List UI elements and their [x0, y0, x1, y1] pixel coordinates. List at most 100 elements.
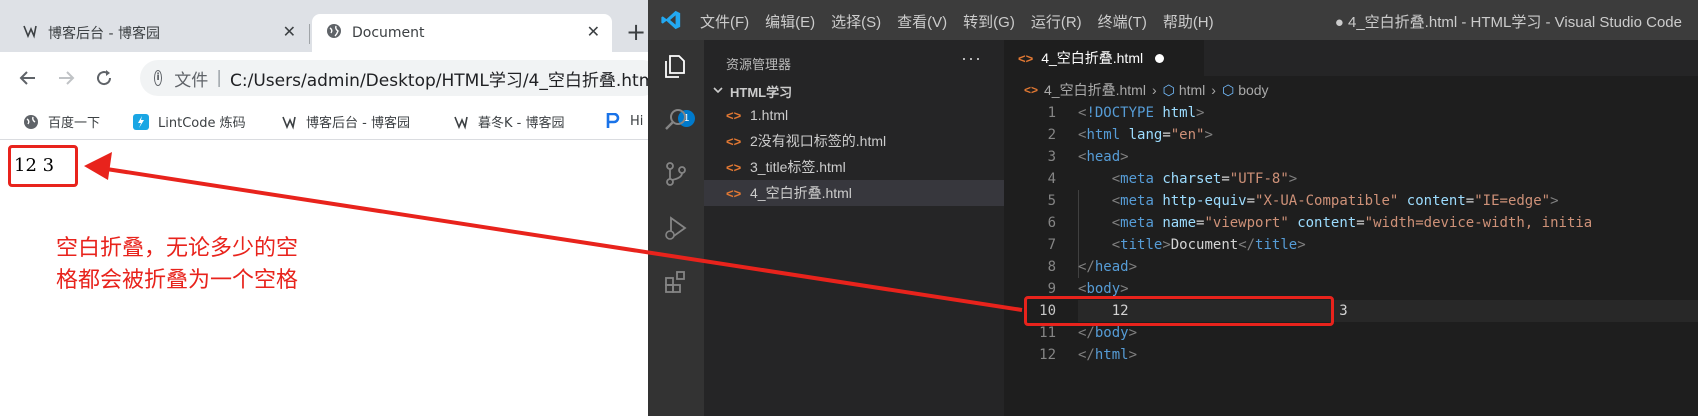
code-token: >: [1288, 171, 1298, 187]
breadcrumb-html[interactable]: html: [1179, 82, 1205, 98]
code-token: "X-UA-Compatible": [1255, 193, 1399, 209]
browser-window: 博客后台 - 博客园 ✕ Document ✕ + i 文件 | C:/User…: [0, 0, 648, 416]
line-number: 7: [1047, 237, 1056, 253]
chevron-right-icon: ›: [1151, 82, 1157, 98]
file-item-4-html[interactable]: <> 4_空白折叠.html: [704, 180, 1004, 206]
cnblogs-icon: [22, 23, 38, 43]
reload-button[interactable]: [92, 66, 116, 90]
code-token: meta: [1120, 171, 1154, 187]
code-editor[interactable]: <!DOCTYPE html> <html lang="en"> <head> <m…: [1078, 102, 1698, 366]
code-token: charset: [1162, 171, 1222, 187]
globe-icon: [22, 113, 40, 131]
highlight-box-rendered: [8, 145, 78, 187]
editor-tab-4[interactable]: <> 4_空白折叠.html: [1004, 40, 1204, 76]
bookmark-label: 暮冬K - 博客园: [478, 116, 565, 131]
menu-file[interactable]: 文件(F): [700, 11, 749, 32]
file-name: 4_空白折叠.html: [750, 185, 852, 201]
editor-tabbar: <> 4_空白折叠.html: [1004, 40, 1698, 76]
code-token: </: [1078, 325, 1095, 341]
more-actions-button[interactable]: ···: [961, 48, 982, 69]
back-button[interactable]: [16, 66, 40, 90]
tab-divider: [309, 24, 310, 44]
code-token: content: [1297, 215, 1357, 231]
html-file-icon: <>: [726, 159, 742, 175]
search-icon[interactable]: [662, 106, 690, 134]
explorer-icon[interactable]: [662, 52, 690, 80]
unsaved-dot-icon[interactable]: [1155, 53, 1165, 63]
annotation-line: 格都会被折叠为一个空格: [56, 268, 299, 293]
code-token: Document: [1170, 237, 1239, 253]
menu-go[interactable]: 转到(G): [963, 11, 1015, 32]
bookmark-blog-admin[interactable]: 博客后台 - 博客园: [280, 112, 410, 131]
code-line: <!DOCTYPE html>: [1078, 102, 1698, 124]
extensions-icon[interactable]: [662, 268, 690, 296]
forward-button[interactable]: [54, 66, 78, 90]
file-item-1-html[interactable]: <> 1.html: [704, 102, 1004, 128]
close-tab-button[interactable]: ✕: [587, 24, 600, 40]
html-file-icon: <>: [726, 107, 742, 123]
close-tab-button[interactable]: ✕: [283, 24, 296, 40]
scheme-label: 文件: [174, 70, 209, 91]
bookmark-lintcode[interactable]: LintCode 炼码: [132, 112, 246, 131]
code-token: >: [1204, 127, 1213, 143]
code-line: </head>: [1078, 256, 1698, 278]
code-token: <: [1111, 171, 1121, 187]
new-tab-button[interactable]: +: [626, 18, 646, 46]
browser-tabstrip: 博客后台 - 博客园 ✕ Document ✕ +: [0, 0, 648, 52]
line-number-gutter: 1 2 3 4 5 6 7 8 9 10 11 12: [1004, 102, 1056, 366]
info-icon[interactable]: i: [154, 70, 163, 86]
highlight-box-source: [1024, 296, 1334, 326]
annotation-line: 空白折叠，无论多少的空: [56, 236, 299, 261]
bookmark-label: LintCode 炼码: [158, 116, 246, 131]
lintcode-icon: [132, 113, 150, 131]
folder-label: HTML学习: [730, 85, 793, 100]
source-control-icon[interactable]: [662, 160, 690, 188]
browser-toolbar: i 文件 | C:/Users/admin/Desktop/HTML学习/4_空…: [0, 52, 648, 104]
symbol-cube-icon: ⬡: [1162, 81, 1175, 98]
menu-bar: 文件(F) 编辑(E) 选择(S) 查看(V) 转到(G) 运行(R) 终端(T…: [700, 11, 1230, 32]
menu-terminal[interactable]: 终端(T): [1098, 11, 1147, 32]
vscode-titlebar: 文件(F) 编辑(E) 选择(S) 查看(V) 转到(G) 运行(R) 终端(T…: [648, 0, 1698, 40]
vscode-logo-icon: [661, 10, 681, 30]
file-item-2-html[interactable]: <> 2没有视口标签的.html: [704, 128, 1004, 154]
address-url: C:/Users/admin/Desktop/HTML学习/4_空白折叠.htm…: [230, 70, 648, 91]
code-token: lang: [1128, 127, 1163, 143]
code-line: <head>: [1078, 146, 1698, 168]
bookmark-mudong[interactable]: 暮冬K - 博客园: [452, 112, 564, 131]
code-token: body: [1086, 281, 1121, 297]
bookmark-hi[interactable]: Hi: [604, 112, 643, 130]
code-token: </: [1078, 259, 1095, 275]
address-bar[interactable]: i 文件 | C:/Users/admin/Desktop/HTML学习/4_空…: [140, 60, 648, 96]
arrow-right-icon: [59, 71, 75, 85]
line-number: 5: [1047, 193, 1056, 209]
menu-help[interactable]: 帮助(H): [1163, 11, 1214, 32]
breadcrumb-file[interactable]: 4_空白折叠.html: [1044, 80, 1146, 100]
code-token: content: [1406, 193, 1466, 209]
code-line: <title>Document</title>: [1078, 234, 1698, 256]
code-token: html: [1094, 347, 1129, 363]
file-name: 1.html: [750, 107, 789, 123]
code-token: =: [1246, 193, 1256, 209]
html-file-icon: <>: [726, 133, 742, 149]
menu-run[interactable]: 运行(R): [1031, 11, 1082, 32]
code-token: http-equiv: [1162, 193, 1247, 209]
globe-icon: [326, 23, 342, 43]
bookmark-label: 百度一下: [48, 116, 101, 131]
code-token: >: [1128, 325, 1138, 341]
browser-tab-blog-admin[interactable]: 博客后台 - 博客园 ✕: [8, 14, 308, 52]
menu-edit[interactable]: 编辑(E): [765, 11, 815, 32]
file-item-3-html[interactable]: <> 3_title标签.html: [704, 154, 1004, 180]
run-debug-icon[interactable]: [662, 214, 690, 242]
line-number: 1: [1047, 105, 1056, 121]
menu-selection[interactable]: 选择(S): [831, 11, 881, 32]
folder-html-study[interactable]: HTML学习: [712, 82, 792, 101]
code-line: <html lang="en">: [1078, 124, 1698, 146]
menu-view[interactable]: 查看(V): [897, 11, 947, 32]
breadcrumb-body[interactable]: body: [1238, 82, 1268, 98]
browser-tab-document[interactable]: Document ✕: [312, 14, 612, 52]
bookmark-baidu[interactable]: 百度一下: [22, 112, 100, 131]
explorer-sidebar: 资源管理器 ··· HTML学习 <> 1.html <> 2没有视口标签的.h…: [704, 40, 1004, 416]
tab-title: 博客后台 - 博客园: [48, 26, 160, 42]
line-number: 2: [1047, 127, 1056, 143]
